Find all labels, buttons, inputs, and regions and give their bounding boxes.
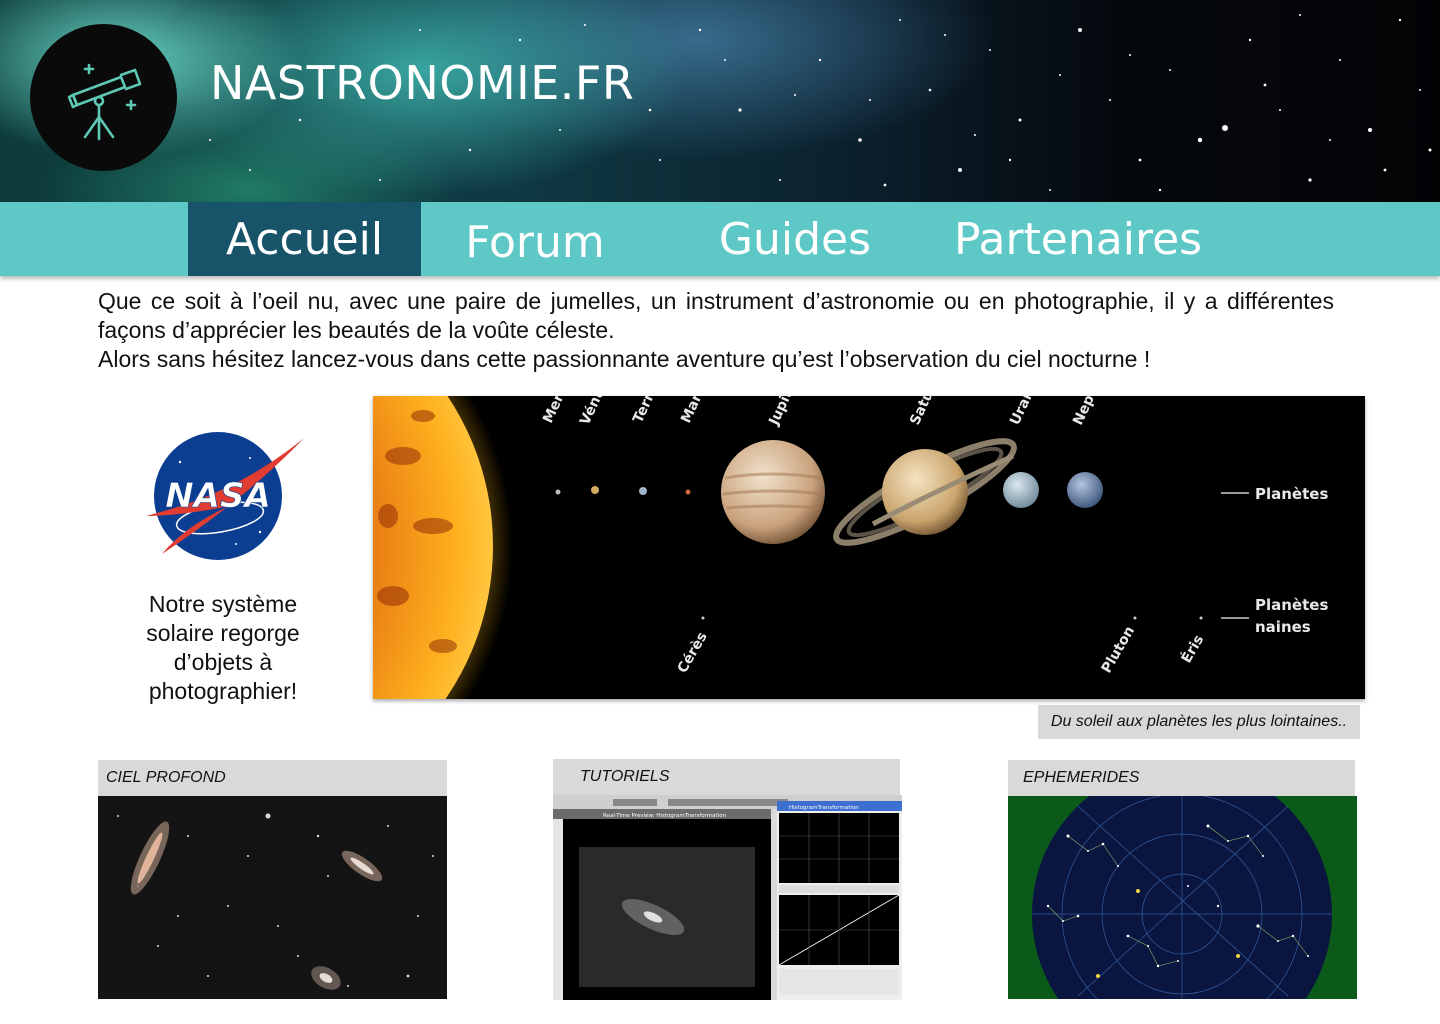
nav-item-accueil[interactable]: Accueil: [188, 202, 421, 276]
card-label-ciel-profond[interactable]: CIEL PROFOND: [98, 760, 447, 796]
intro-paragraph-1: Que ce soit à l’oeil nu, avec une paire …: [98, 288, 1334, 343]
star-chart-image[interactable]: [1008, 796, 1357, 999]
label-mercure: Mercure: [540, 396, 582, 426]
label-jupiter: Jupiter: [766, 396, 803, 429]
label-mars: Mars: [678, 396, 709, 426]
header-banner: NASTRONOMIE.FR: [0, 0, 1440, 202]
site-title[interactable]: NASTRONOMIE.FR: [210, 56, 634, 110]
label-ceres: Cérès: [675, 629, 711, 676]
telescope-icon: [67, 63, 141, 140]
card-label-tutoriels[interactable]: TUTORIELS: [553, 759, 900, 795]
solar-system-illustration: Mercure Vénus Terre Mars Jupiter Saturne…: [373, 396, 1328, 699]
label-venus: Vénus: [577, 396, 612, 428]
intro-text: Que ce soit à l’oeil nu, avec une paire …: [98, 287, 1334, 374]
intro-paragraph-2: Alors sans hésitez lancez-vous dans cett…: [98, 346, 1151, 372]
sidebar-caption: Notre système solaire regorge d’objets à…: [146, 591, 300, 704]
solar-system-image: Mercure Vénus Terre Mars Jupiter Saturne…: [373, 396, 1365, 699]
label-saturne: Saturne: [907, 396, 948, 428]
card-label-ephemerides[interactable]: EPHEMERIDES: [1008, 760, 1355, 796]
nav-item-forum[interactable]: Forum: [440, 202, 630, 276]
nasa-logo[interactable]: NASA: [140, 432, 310, 564]
card-tutoriels[interactable]: TUTORIELS Real-Time Preview: HistogramTr…: [553, 759, 902, 1000]
label-uranus: Uranus: [1007, 396, 1045, 428]
card-ephemerides[interactable]: EPHEMERIDES: [1008, 760, 1357, 999]
nav-item-partenaires[interactable]: Partenaires: [930, 202, 1226, 276]
histogram-panel-title: HistogramTransformation: [789, 805, 859, 811]
nasa-logo-text: NASA: [165, 476, 271, 516]
legend-planets: Planètes: [1255, 485, 1328, 503]
label-pluton: Pluton: [1099, 624, 1139, 676]
legend-dwarf-line1: Planètes: [1255, 596, 1328, 614]
deep-sky-image[interactable]: [98, 796, 447, 999]
nav-item-guides[interactable]: Guides: [700, 202, 890, 276]
solar-image-caption: Du soleil aux planètes les plus lointain…: [1038, 705, 1360, 739]
site-logo[interactable]: [30, 24, 177, 171]
card-ciel-profond[interactable]: CIEL PROFOND: [98, 760, 447, 999]
label-terre: Terre: [630, 396, 662, 426]
label-eris: Éris: [1178, 632, 1208, 666]
tutorial-screenshot[interactable]: Real-Time Preview: HistogramTransformati…: [553, 795, 902, 1000]
main-nav: Accueil Forum Guides Partenaires: [0, 202, 1440, 276]
legend-dwarf-line2: naines: [1255, 618, 1311, 636]
label-neptune: Neptune: [1070, 396, 1113, 428]
preview-window-title: Real-Time Preview: HistogramTransformati…: [603, 813, 727, 819]
